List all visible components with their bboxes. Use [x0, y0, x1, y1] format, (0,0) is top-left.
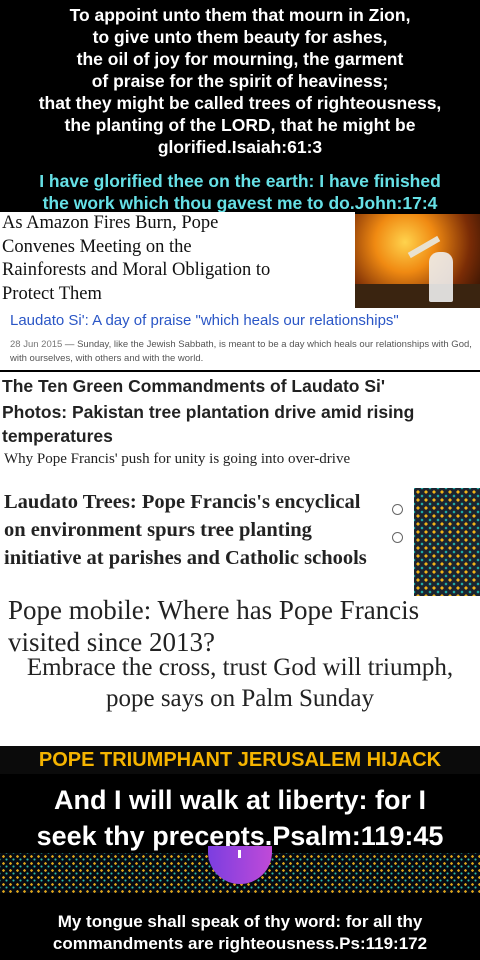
headline-popemobile-card[interactable]: Pope mobile: Where has Pope Francis visi… [0, 595, 480, 658]
headline-trees-card[interactable]: Laudato Trees: Pope Francis's encyclical… [0, 488, 382, 596]
headline-ten-pakistan-card[interactable]: The Ten Green Commandments of Laudato Si… [0, 372, 480, 450]
result-date: 28 Jun 2015 [10, 339, 63, 350]
verse-line: And I will walk at liberty: for I [53, 785, 427, 815]
orb-mark [238, 850, 241, 858]
result-title-link[interactable]: Laudato Si': A day of praise "which heal… [10, 312, 399, 329]
verse-john: I have glorified thee on the earth: I ha… [0, 170, 480, 214]
headline-unity-card[interactable]: Why Pope Francis' push for unity is goin… [0, 450, 405, 488]
headline-laudato-trees: Laudato Trees: Pope Francis's encyclical… [4, 491, 367, 569]
triumph-banner-text: POPE TRIUMPHANT JERUSALEM HIJACK [38, 749, 442, 771]
verse-line: to give unto them beauty for ashes, [92, 27, 388, 47]
verse-line: the oil of joy for mourning, the garment [76, 49, 404, 69]
verse-psalm-119-45: And I will walk at liberty: for I seek t… [0, 782, 480, 854]
headline-ten-commandments: The Ten Green Commandments of Laudato Si… [2, 376, 386, 396]
verse-line: commandments are righteousness.Ps:119:17… [52, 934, 428, 953]
verse-isaiah: To appoint unto them that mourn in Zion,… [0, 4, 480, 158]
headline-line: Protect Them [2, 283, 102, 304]
headline-popemobile: Pope mobile: Where has Pope Francis visi… [8, 595, 420, 657]
headline-line: Rainforests and Moral Obligation to [2, 260, 271, 280]
verse-line: the work which thou gavest me to do.John… [42, 193, 438, 213]
figure-robe [429, 252, 453, 302]
headline-amazon-card[interactable]: As Amazon Fires Burn, Pope Convenes Meet… [0, 212, 355, 308]
headline-embrace-card[interactable]: Embrace the cross, trust God will triump… [0, 654, 480, 746]
fire-painting-image [355, 214, 480, 308]
headline-pakistan: Photos: Pakistan tree plantation drive a… [2, 402, 415, 446]
headline-amazon: As Amazon Fires Burn, Pope Convenes Meet… [2, 212, 270, 306]
verse-line: My tongue shall speak of thy word: for a… [57, 912, 423, 931]
radio-icon [392, 532, 403, 543]
verse-line: I have glorified thee on the earth: I ha… [39, 171, 441, 191]
headline-unity: Why Pope Francis' push for unity is goin… [4, 451, 351, 467]
rock-shape [355, 284, 480, 308]
verse-line: glorified.Isaiah:61:3 [157, 137, 323, 157]
radio-column [382, 488, 414, 596]
verse-line: that they might be called trees of right… [38, 93, 442, 113]
triumph-banner: POPE TRIUMPHANT JERUSALEM HIJACK [0, 746, 480, 774]
verse-line: the planting of the LORD, that he might … [64, 115, 416, 135]
result-snippet: 28 Jun 2015 — Sunday, like the Jewish Sa… [10, 338, 478, 366]
headline-line: Convenes Meeting on the [2, 236, 192, 257]
verse-line: To appoint unto them that mourn in Zion, [69, 5, 411, 25]
result-snippet-text: — Sunday, like the Jewish Sabbath, is me… [10, 339, 472, 364]
headline-line: As Amazon Fires Burn, Pope [2, 213, 219, 233]
mosaic-pattern-image [414, 488, 480, 596]
verse-psalm-119-172: My tongue shall speak of thy word: for a… [0, 911, 480, 955]
verse-line: of praise for the spirit of heaviness; [91, 71, 389, 91]
blank-panel [405, 450, 480, 490]
laudato-search-result[interactable]: Laudato Si': A day of praise "which heal… [0, 308, 480, 370]
headline-embrace: Embrace the cross, trust God will triump… [26, 654, 454, 712]
radio-icon [392, 504, 403, 515]
